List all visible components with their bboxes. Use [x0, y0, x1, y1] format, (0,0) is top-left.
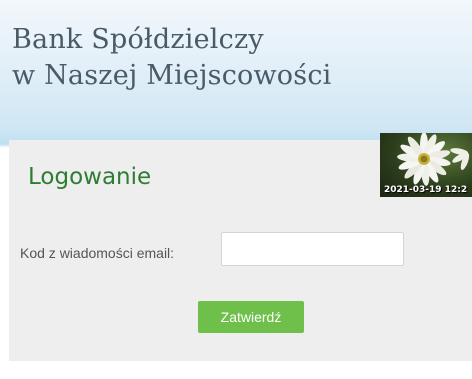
login-title: Logowanie: [28, 164, 152, 190]
bank-name: Bank Spółdzielczy w Naszej Miejscowości: [12, 22, 331, 94]
submit-button[interactable]: Zatwierdź: [198, 301, 304, 333]
photo-timestamp: 2021-03-19 12:2: [384, 185, 468, 195]
login-page: Bank Spółdzielczy w Naszej Miejscowości …: [0, 0, 472, 379]
bank-name-line2: w Naszej Miejscowości: [12, 60, 332, 91]
code-field-label: Kod z wiadomości email:: [20, 245, 175, 261]
security-photo: 2021-03-19 12:2: [380, 133, 472, 197]
bank-name-line1: Bank Spółdzielczy: [12, 24, 264, 55]
login-panel: Logowanie 2021-03-19 12:2 Kod z wiadomoś…: [9, 133, 472, 361]
email-code-input[interactable]: [221, 232, 404, 266]
